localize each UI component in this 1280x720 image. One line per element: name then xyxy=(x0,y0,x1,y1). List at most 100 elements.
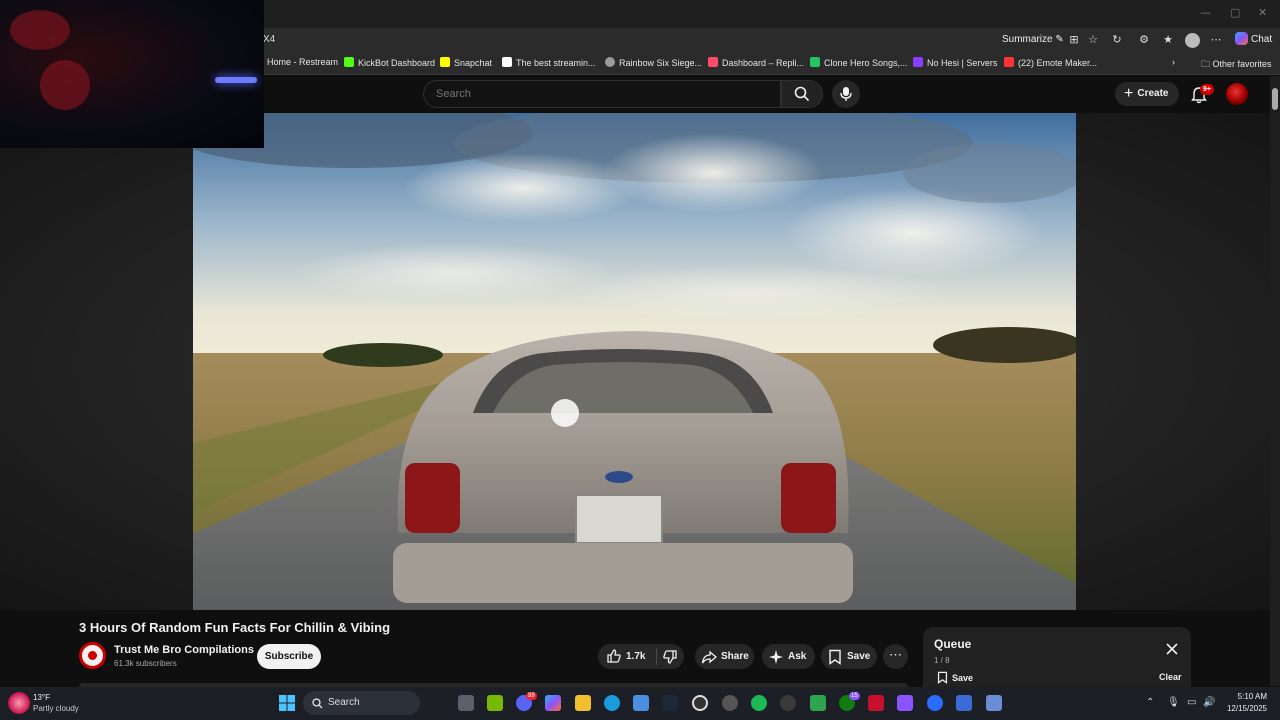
search-button[interactable] xyxy=(781,80,823,108)
bookmark-item[interactable]: KickBot Dashboard xyxy=(344,57,435,68)
steam-icon[interactable] xyxy=(662,695,678,711)
share-icon xyxy=(701,650,717,664)
copilot-icon[interactable] xyxy=(545,695,561,711)
task-view-icon[interactable] xyxy=(458,695,474,711)
settings-icon[interactable] xyxy=(722,695,738,711)
replit-icon xyxy=(708,57,718,67)
weather-temperature[interactable]: 13°F xyxy=(33,693,50,702)
channel-avatar[interactable] xyxy=(79,642,106,669)
tray-overflow-icon[interactable]: ⌃ xyxy=(1146,697,1154,708)
address-url[interactable]: X4 xyxy=(263,34,275,45)
red-app-icon[interactable] xyxy=(868,695,884,711)
bookmark-item[interactable]: The best streamin... xyxy=(502,57,596,68)
discord-badge: 99 xyxy=(526,692,537,700)
subscribe-button[interactable]: Subscribe xyxy=(257,644,321,669)
edge-icon[interactable] xyxy=(604,695,620,711)
queue-clear-button[interactable]: Clear xyxy=(1159,672,1182,682)
microphone-tray-icon[interactable]: 🎙 xyxy=(1167,697,1180,708)
bookmark-item[interactable]: Rainbow Six Siege... xyxy=(605,57,702,68)
refresh-extension-icon[interactable]: ↻ xyxy=(1109,32,1125,48)
folder-icon: 🗀 xyxy=(1201,59,1213,69)
close-window-icon[interactable]: ✕ xyxy=(1258,6,1267,19)
save-button[interactable]: Save xyxy=(821,644,877,669)
spotify-icon[interactable] xyxy=(751,695,767,711)
bookmark-item[interactable]: Clone Hero Songs,... xyxy=(810,57,908,68)
bookmark-item[interactable]: Home - Restream xyxy=(267,57,338,67)
favorite-star-icon[interactable]: ☆ xyxy=(1085,32,1101,48)
sparkle-icon xyxy=(769,650,783,664)
notifications-badge: 9+ xyxy=(1200,84,1214,95)
bookmark-item[interactable]: No Hesi | Servers xyxy=(913,57,997,68)
bookmark-item[interactable]: Dashboard – Repli... xyxy=(708,57,804,68)
queue-save-button[interactable]: Save xyxy=(937,671,973,684)
clock-date[interactable]: 12/15/2025 xyxy=(1221,704,1267,713)
snapchat-icon xyxy=(440,57,450,67)
b-app-icon[interactable] xyxy=(810,695,826,711)
page-scrollbar[interactable] xyxy=(1270,76,1280,686)
rainbow-six-icon xyxy=(605,57,615,67)
user-avatar[interactable] xyxy=(1226,83,1248,105)
like-count: 1.7k xyxy=(626,651,646,662)
search-input[interactable] xyxy=(424,81,780,107)
search-box[interactable] xyxy=(423,80,781,108)
bookmarks-overflow-icon[interactable]: › xyxy=(1172,57,1175,67)
obs-icon[interactable] xyxy=(692,695,708,711)
dislike-button[interactable] xyxy=(658,644,684,669)
remote-app-icon[interactable] xyxy=(956,695,972,711)
more-icon: ⋯ xyxy=(889,647,902,662)
video-title: 3 Hours Of Random Fun Facts For Chillin … xyxy=(79,620,391,635)
browser-profile-avatar[interactable] xyxy=(1185,33,1200,48)
windows-start-icon[interactable] xyxy=(279,695,295,711)
other-favorites[interactable]: 🗀 Other favorites xyxy=(1201,57,1272,73)
minimize-icon[interactable]: — xyxy=(1200,6,1211,19)
share-button[interactable]: Share xyxy=(695,644,754,669)
file-explorer-icon[interactable] xyxy=(575,695,591,711)
like-divider xyxy=(656,648,657,665)
queue-position: 1 / 8 xyxy=(934,656,950,665)
video-player[interactable] xyxy=(193,113,1076,610)
streaming-icon xyxy=(502,57,512,67)
purple-app-icon[interactable] xyxy=(897,695,913,711)
subscriber-count: 61.3k subscribers xyxy=(114,659,177,668)
kickbot-icon xyxy=(344,57,354,67)
split-screen-icon[interactable]: ⊞ xyxy=(1066,32,1082,48)
scrollbar-thumb[interactable] xyxy=(1272,88,1278,110)
4k-downloader-icon[interactable] xyxy=(780,695,796,711)
volume-icon[interactable]: 🔊 xyxy=(1203,697,1215,708)
taskbar-search[interactable]: Search xyxy=(303,691,420,715)
settings-more-icon[interactable]: ⋯ xyxy=(1208,32,1224,48)
plus-icon: + xyxy=(1124,85,1134,102)
create-button[interactable]: + Create xyxy=(1115,82,1180,106)
summarize-button[interactable]: Summarize ✎ xyxy=(1002,34,1064,45)
queue-title: Queue xyxy=(934,637,972,651)
window-app-icon[interactable] xyxy=(986,695,1002,711)
thumbs-up-icon xyxy=(607,649,621,663)
search-icon xyxy=(312,698,323,709)
copilot-chat-button[interactable]: Chat xyxy=(1231,31,1276,49)
bookmark-save-icon xyxy=(829,649,841,665)
channel-name[interactable]: Trust Me Bro Compilations xyxy=(114,644,254,656)
clock-time[interactable]: 5:10 AM xyxy=(1225,692,1267,701)
video-frame-image xyxy=(193,113,1076,610)
sheets-icon xyxy=(810,57,820,67)
webcam-light-glow xyxy=(215,77,257,83)
voice-search-button[interactable] xyxy=(832,80,860,108)
summarize-icon: ✎ xyxy=(1055,34,1064,45)
bookmark-item[interactable]: Snapchat xyxy=(440,57,492,68)
store-icon[interactable] xyxy=(633,695,649,711)
thumbs-down-icon xyxy=(663,650,677,664)
network-icon[interactable]: ▭ xyxy=(1187,697,1196,708)
extensions-icon[interactable]: ⚙ xyxy=(1136,32,1152,48)
weather-description[interactable]: Partly cloudy xyxy=(33,704,79,713)
blue-app-icon[interactable] xyxy=(927,695,943,711)
more-actions-button[interactable]: ⋯ xyxy=(883,644,908,669)
favorites-icon[interactable]: ★ xyxy=(1160,32,1176,48)
ask-button[interactable]: Ask xyxy=(762,644,815,669)
nvidia-icon[interactable] xyxy=(487,695,503,711)
close-icon[interactable] xyxy=(1165,642,1179,656)
bookmark-item[interactable]: (22) Emote Maker... xyxy=(1004,57,1097,68)
weather-icon[interactable] xyxy=(8,692,30,714)
maximize-icon[interactable]: ▢ xyxy=(1230,6,1240,19)
webcam-overlay xyxy=(0,0,264,148)
like-button[interactable]: 1.7k xyxy=(598,644,656,669)
